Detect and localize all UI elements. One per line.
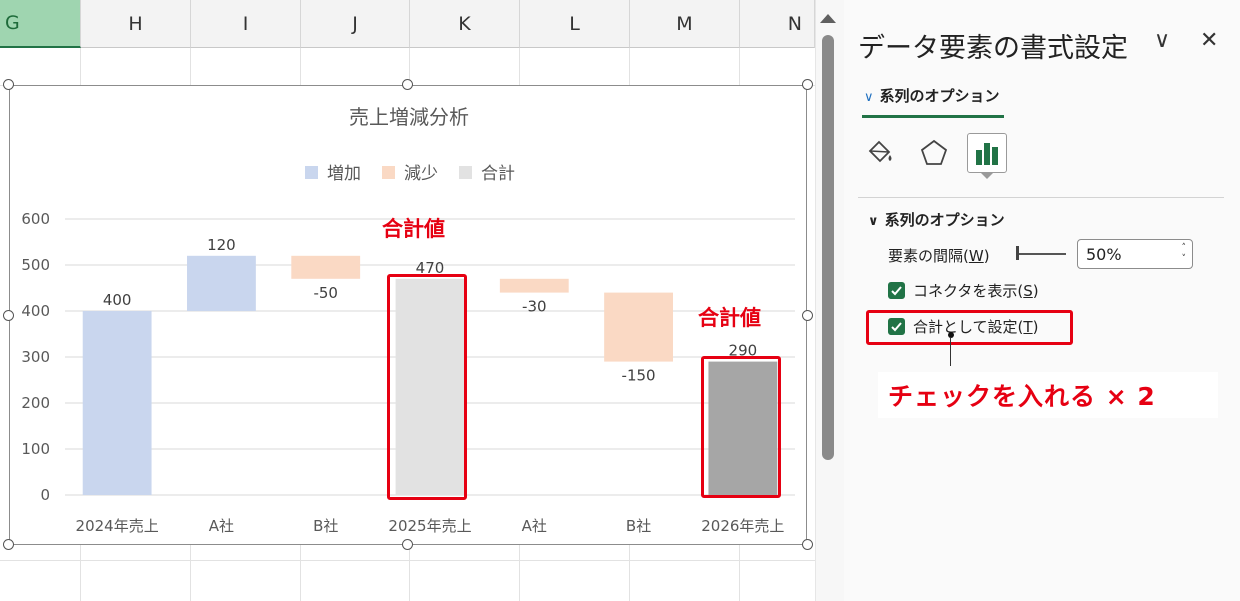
x-category-label: B社 bbox=[626, 517, 651, 535]
gap-width-slider-thumb[interactable] bbox=[1016, 246, 1019, 260]
chart-y-axis: 0 100 200 300 400 500 600 bbox=[21, 210, 50, 504]
resize-handle-bottom-right[interactable] bbox=[802, 539, 813, 550]
gap-width-label: 要素の間隔(W) bbox=[888, 245, 990, 266]
legend-entry: 合計 bbox=[481, 164, 515, 184]
tab-series-options[interactable]: ∨ 系列のオプション bbox=[864, 85, 1000, 106]
bar-decrease bbox=[604, 292, 673, 362]
column-header-m[interactable]: M bbox=[630, 0, 740, 48]
y-tick-label: 500 bbox=[21, 256, 50, 274]
annotation-total-label-1: 合計値 bbox=[382, 217, 445, 241]
x-category-label: 2026年売上 bbox=[701, 517, 784, 535]
data-label: -50 bbox=[313, 284, 338, 302]
gap-width-label-end: ) bbox=[983, 246, 990, 265]
y-tick-label: 400 bbox=[21, 302, 50, 320]
pane-close-icon[interactable]: ✕ bbox=[1200, 28, 1218, 53]
x-category-label: A社 bbox=[522, 517, 547, 535]
column-header-h[interactable]: H bbox=[81, 0, 191, 48]
scrollbar-thumb[interactable] bbox=[822, 35, 834, 460]
annotation-callout: チェックを入れる × 2 bbox=[878, 372, 1218, 418]
section-header-label: 系列のオプション bbox=[884, 211, 1005, 229]
x-category-label: 2024年売上 bbox=[76, 517, 159, 535]
x-category-label: A社 bbox=[209, 517, 234, 535]
gap-width-access-key: W bbox=[968, 246, 984, 265]
resize-handle-bottom-left[interactable] bbox=[3, 539, 14, 550]
resize-handle-top-right[interactable] bbox=[802, 79, 813, 90]
spinner-arrows-icon[interactable]: ˄ ˅ bbox=[1182, 243, 1187, 265]
column-header-l[interactable]: L bbox=[520, 0, 630, 48]
bar-increase bbox=[187, 255, 256, 311]
chevron-down-icon: ∨ bbox=[868, 214, 879, 229]
resize-handle-top[interactable] bbox=[402, 79, 413, 90]
resize-handle-left[interactable] bbox=[3, 310, 14, 321]
bar-increase bbox=[82, 311, 152, 495]
scroll-up-arrow-icon[interactable] bbox=[820, 14, 836, 23]
resize-handle-top-left[interactable] bbox=[3, 79, 14, 90]
legend-swatch bbox=[382, 166, 395, 179]
tab-underline bbox=[862, 115, 1004, 118]
x-category-label: 2025年売上 bbox=[388, 517, 471, 535]
pane-title: データ要素の書式設定 bbox=[858, 33, 1128, 64]
series-options-tab[interactable] bbox=[967, 133, 1007, 173]
column-header-g[interactable]: G bbox=[0, 0, 81, 48]
callout-leader-line bbox=[950, 338, 951, 366]
column-header-j[interactable]: J bbox=[301, 0, 410, 48]
fill-line-tab[interactable] bbox=[860, 133, 900, 173]
annotation-box-total-2 bbox=[701, 356, 781, 498]
show-connector-access-key: S bbox=[1023, 281, 1033, 300]
x-category-label: B社 bbox=[313, 517, 338, 535]
legend-swatch bbox=[305, 166, 318, 179]
data-label: -30 bbox=[522, 298, 547, 316]
tab-series-options-label: 系列のオプション bbox=[879, 87, 1000, 105]
y-tick-label: 0 bbox=[40, 486, 50, 504]
show-connector-checkbox-row[interactable]: コネクタを表示(S) bbox=[888, 280, 1039, 301]
annotation-box-set-as-total bbox=[866, 310, 1073, 345]
worksheet[interactable]: G H I J K L M N 売上増減分析 増加 減少 合計 0 100 200 300… bbox=[0, 0, 815, 601]
checkmark-icon bbox=[891, 286, 902, 296]
annotation-total-label-2: 合計値 bbox=[698, 306, 761, 330]
bar-decrease bbox=[291, 255, 361, 279]
show-connector-checkbox[interactable] bbox=[888, 282, 905, 299]
chart-x-axis: 2024年売上 A社 B社 2025年売上 A社 B社 2026年売上 bbox=[76, 517, 785, 535]
y-tick-label: 200 bbox=[21, 394, 50, 412]
legend-entry: 減少 bbox=[404, 164, 438, 184]
chevron-down-icon: ∨ bbox=[864, 90, 874, 105]
legend-entry: 増加 bbox=[327, 164, 361, 184]
fill-line-icon bbox=[868, 140, 892, 163]
legend-swatch bbox=[459, 166, 472, 179]
mouse-pointer-dot bbox=[948, 332, 954, 338]
column-header-k[interactable]: K bbox=[410, 0, 520, 48]
data-label: 400 bbox=[103, 291, 132, 309]
column-header-i[interactable]: I bbox=[191, 0, 301, 48]
section-header-series-options[interactable]: ∨ 系列のオプション bbox=[868, 209, 1005, 230]
show-connector-label-end: ) bbox=[1032, 281, 1039, 300]
active-tab-pointer bbox=[980, 172, 994, 179]
gap-width-spinner[interactable]: 50% ˄ ˅ bbox=[1077, 239, 1193, 269]
y-tick-label: 300 bbox=[21, 348, 50, 366]
gap-width-slider[interactable] bbox=[1016, 253, 1066, 255]
resize-handle-right[interactable] bbox=[802, 310, 813, 321]
gap-width-label-text: 要素の間隔( bbox=[888, 247, 969, 265]
show-connector-label: コネクタを表示( bbox=[913, 282, 1024, 300]
format-data-point-pane: データ要素の書式設定 ∨ ✕ ∨ 系列のオプション ∨ 系列のオプション 要素の間隔… bbox=[844, 0, 1240, 601]
grid-line bbox=[0, 560, 815, 561]
series-options-icon bbox=[976, 143, 998, 165]
chart-title: 売上増減分析 bbox=[349, 105, 469, 129]
resize-handle-bottom[interactable] bbox=[402, 539, 413, 550]
data-label: -150 bbox=[622, 367, 656, 385]
y-tick-label: 600 bbox=[21, 210, 50, 228]
gap-width-value[interactable]: 50% bbox=[1086, 245, 1122, 264]
chart-legend[interactable]: 増加 減少 合計 bbox=[305, 164, 515, 184]
y-tick-label: 100 bbox=[21, 440, 50, 458]
data-label: 120 bbox=[207, 236, 236, 254]
bar-decrease bbox=[499, 278, 569, 293]
effects-tab[interactable] bbox=[914, 133, 954, 173]
pane-options-chevron-icon[interactable]: ∨ bbox=[1154, 28, 1170, 53]
section-divider bbox=[858, 197, 1224, 198]
effects-icon bbox=[920, 139, 948, 165]
annotation-box-total-1 bbox=[387, 274, 467, 500]
column-header-n[interactable]: N bbox=[740, 0, 815, 48]
